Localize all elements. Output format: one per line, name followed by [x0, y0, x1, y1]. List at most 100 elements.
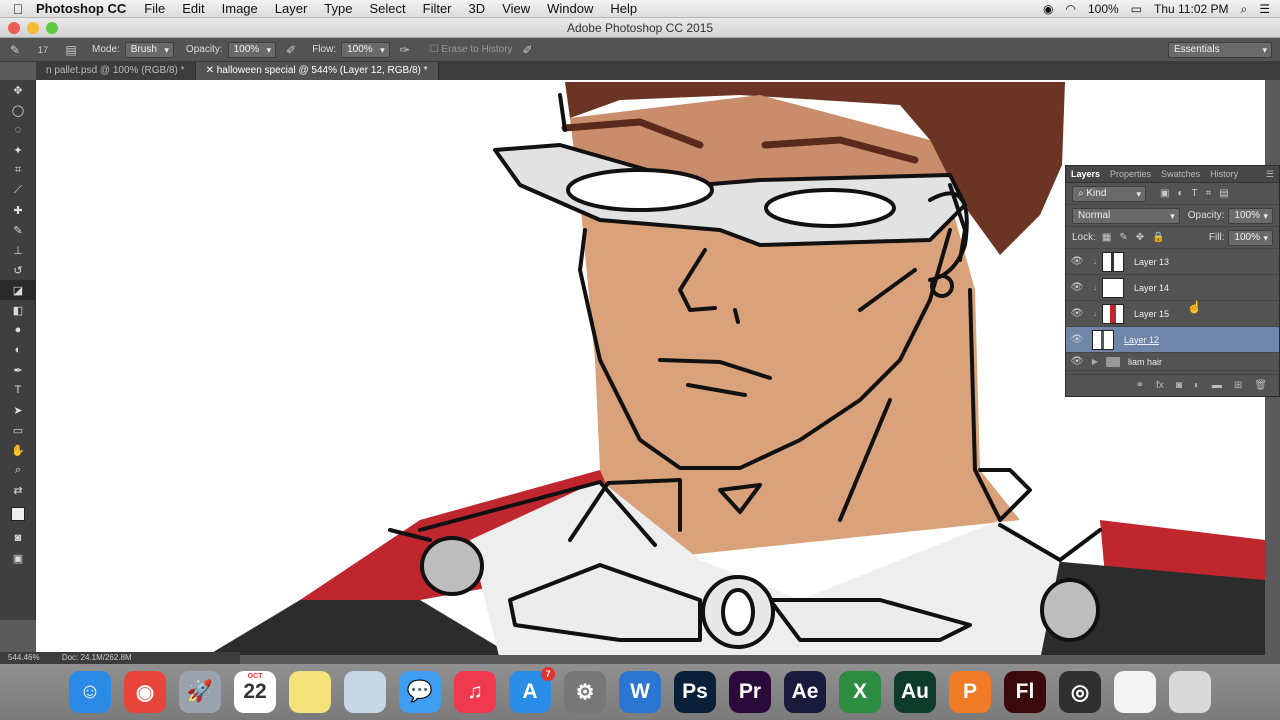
pressure-opacity-icon[interactable]: ✐ — [282, 41, 300, 59]
quick-mask-icon[interactable]: ◙ — [0, 528, 36, 548]
pressure-size-icon[interactable]: ✐ — [519, 41, 537, 59]
photoshop-icon[interactable]: Ps — [674, 671, 716, 713]
layer-opacity-field[interactable]: 100% — [1228, 207, 1273, 224]
panel-menu-icon[interactable]: ☰ — [1261, 169, 1279, 180]
close-tab-icon[interactable]: ✕ — [206, 65, 217, 76]
menu-file[interactable]: File — [144, 1, 165, 16]
menu-image[interactable]: Image — [222, 1, 258, 16]
blend-mode-dropdown[interactable]: Normal — [1072, 207, 1180, 224]
tab-properties[interactable]: Properties — [1105, 169, 1156, 179]
clock[interactable]: Thu 11:02 PM — [1154, 2, 1228, 16]
layer-group-liam-hair[interactable]: 👁 ▶ liam hair — [1066, 353, 1279, 371]
visibility-eye-icon[interactable]: 👁 — [1066, 356, 1088, 367]
swap-colors-icon[interactable]: ⇄ — [0, 480, 36, 500]
chrome-icon[interactable]: ◉ — [124, 671, 166, 713]
menu-filter[interactable]: Filter — [423, 1, 452, 16]
adjustment-layer-icon[interactable]: ◐ — [1194, 380, 1200, 391]
menu-view[interactable]: View — [502, 1, 530, 16]
lasso-tool-icon[interactable]: ◌ — [0, 120, 36, 140]
menu-window[interactable]: Window — [547, 1, 593, 16]
add-mask-icon[interactable]: ◙ — [1176, 380, 1182, 391]
screen-mode-icon[interactable]: ▣ — [0, 548, 36, 568]
notification-center-icon[interactable]: ☰ — [1259, 2, 1270, 16]
pages-icon[interactable]: P — [949, 671, 991, 713]
menu-help[interactable]: Help — [610, 1, 637, 16]
flow-field[interactable]: 100% — [341, 41, 390, 58]
rectangle-tool-icon[interactable]: ▭ — [0, 420, 36, 440]
menu-select[interactable]: Select — [369, 1, 405, 16]
premiere-icon[interactable]: Pr — [729, 671, 771, 713]
menu-type[interactable]: Type — [324, 1, 352, 16]
spotlight-search-icon[interactable]: ⌕ — [1241, 2, 1248, 17]
workspace-dropdown[interactable]: Essentials — [1168, 41, 1272, 58]
delete-layer-icon[interactable]: 🗑 — [1254, 380, 1267, 391]
obs-status-icon[interactable]: ◉ — [1043, 2, 1053, 16]
itunes-icon[interactable]: ♫ — [454, 671, 496, 713]
visibility-eye-icon[interactable]: 👁 — [1066, 256, 1088, 267]
fill-field[interactable]: 100% — [1228, 229, 1273, 246]
layer-name[interactable]: Layer 12 — [1124, 335, 1159, 345]
tab-layers[interactable]: Layers — [1066, 169, 1105, 179]
link-layers-icon[interactable]: ⚭ — [1136, 380, 1144, 391]
layer-name[interactable]: liam hair — [1128, 357, 1162, 367]
tab-history[interactable]: History — [1205, 169, 1243, 179]
path-selection-tool-icon[interactable]: ➤ — [0, 400, 36, 420]
history-brush-tool-icon[interactable]: ↺ — [0, 260, 36, 280]
expand-arrow-icon[interactable]: ▶ — [1088, 357, 1102, 366]
battery-icon[interactable]: ▭ — [1131, 2, 1142, 16]
eraser-tool-preset-icon[interactable]: ✎ — [6, 41, 24, 59]
stamp-tool-icon[interactable]: ⊥ — [0, 240, 36, 260]
move-tool-icon[interactable]: ✥ — [0, 80, 36, 100]
lock-icons[interactable]: ▦✎✥🔒 — [1102, 232, 1173, 243]
finder-icon[interactable]: ☺ — [69, 671, 111, 713]
notes-icon[interactable] — [289, 671, 331, 713]
healing-brush-tool-icon[interactable]: ✚ — [0, 200, 36, 220]
kind-filter-dropdown[interactable]: ⌕ Kind — [1072, 185, 1146, 202]
menu-edit[interactable]: Edit — [182, 1, 204, 16]
layer-name[interactable]: Layer 15 — [1134, 309, 1169, 319]
pen-tool-icon[interactable]: ✒ — [0, 360, 36, 380]
magic-wand-tool-icon[interactable]: ✦ — [0, 140, 36, 160]
app-menu[interactable]: Photoshop CC — [36, 1, 126, 16]
messages-icon[interactable]: 💬 — [399, 671, 441, 713]
blur-tool-icon[interactable]: ● — [0, 320, 36, 340]
excel-icon[interactable]: X — [839, 671, 881, 713]
airbrush-icon[interactable]: ✑ — [396, 41, 414, 59]
appstore-icon[interactable]: A7 — [509, 667, 555, 713]
zoom-window-button[interactable] — [46, 22, 58, 34]
marquee-tool-icon[interactable]: ◯ — [0, 100, 36, 120]
new-group-icon[interactable]: ▬ — [1212, 380, 1222, 391]
paint-bucket-tool-icon[interactable]: ◧ — [0, 300, 36, 320]
flash-icon[interactable]: Fl — [1004, 671, 1046, 713]
tab-swatches[interactable]: Swatches — [1156, 169, 1205, 179]
calendar-icon[interactable]: OCT 22 — [234, 671, 276, 713]
layer-row-14[interactable]: 👁 ↓ Layer 14 — [1066, 275, 1279, 301]
erase-to-history-checkbox[interactable]: ☐ Erase to History — [430, 44, 513, 55]
system-preferences-icon[interactable]: ⚙ — [564, 671, 606, 713]
new-layer-icon[interactable]: ⊞ — [1234, 380, 1242, 391]
hand-tool-icon[interactable]: ✋ — [0, 440, 36, 460]
word-icon[interactable]: W — [619, 671, 661, 713]
trash-icon[interactable] — [1169, 671, 1211, 713]
menu-layer[interactable]: Layer — [275, 1, 308, 16]
layer-row-15[interactable]: 👁 ↓ Layer 15 — [1066, 301, 1279, 327]
filter-icons[interactable]: ▣◐T⌗▤ — [1160, 188, 1237, 199]
visibility-eye-icon[interactable]: 👁 — [1066, 282, 1088, 293]
layer-name[interactable]: Layer 14 — [1134, 283, 1169, 293]
crop-tool-icon[interactable]: ⌗ — [0, 160, 36, 180]
eyedropper-tool-icon[interactable]: ⟋ — [0, 180, 36, 200]
menu-3d[interactable]: 3D — [469, 1, 486, 16]
color-swatches[interactable] — [0, 500, 36, 528]
tab-halloween-special[interactable]: ✕ halloween special @ 544% (Layer 12, RG… — [195, 62, 439, 80]
wifi-icon[interactable]: ◠ — [1065, 2, 1075, 16]
layer-row-13[interactable]: 👁 ↓ Layer 13 — [1066, 249, 1279, 275]
layer-name[interactable]: Layer 13 — [1134, 257, 1169, 267]
dodge-tool-icon[interactable]: ◐ — [0, 340, 36, 360]
launchpad-icon[interactable]: 🚀 — [179, 671, 221, 713]
eraser-tool-icon[interactable]: ◪ — [0, 280, 36, 300]
layer-style-icon[interactable]: fx — [1156, 380, 1164, 391]
after-effects-icon[interactable]: Ae — [784, 671, 826, 713]
zoom-level[interactable]: 544.46% — [8, 653, 40, 662]
preview-icon[interactable] — [344, 671, 386, 713]
document-icon[interactable] — [1114, 671, 1156, 713]
